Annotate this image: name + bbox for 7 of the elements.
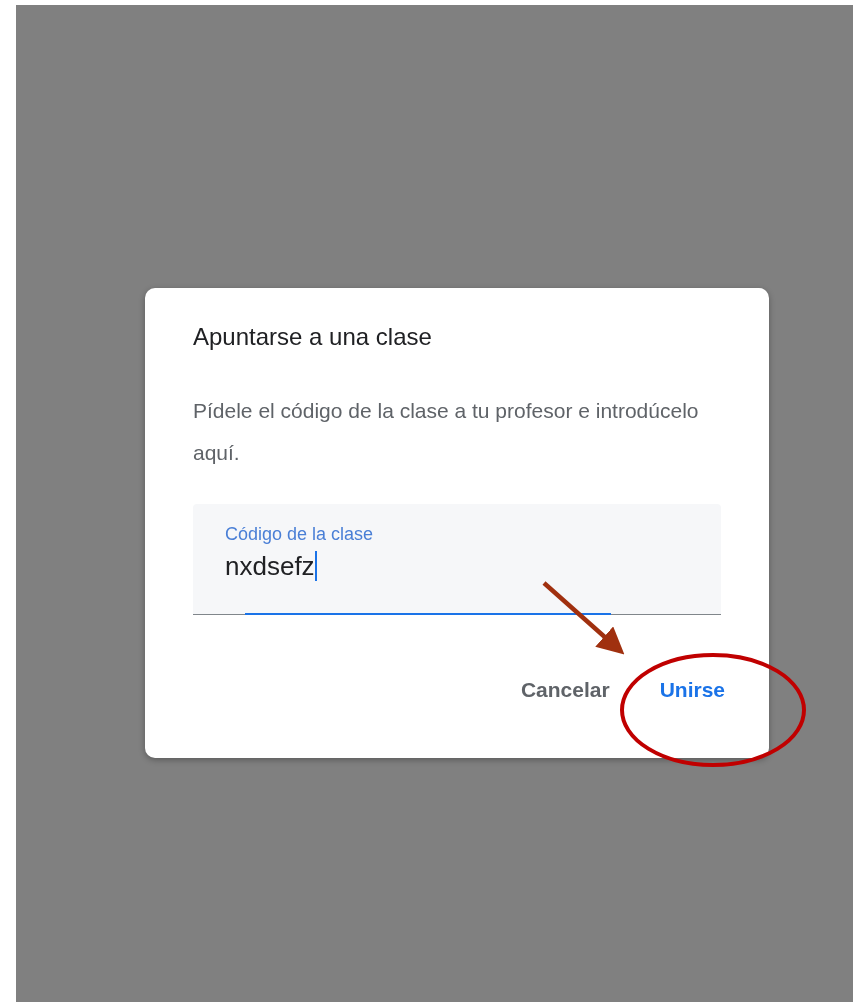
dialog-description: Pídele el código de la clase a tu profesor e introdúcelo aquí. — [193, 398, 700, 466]
cancel-button[interactable]: Cancelar — [504, 670, 626, 710]
field-value: nxdsefz — [225, 550, 317, 583]
dialog-title: Apuntarse a una clase — [193, 322, 432, 352]
field-label: Código de la clase — [225, 524, 374, 545]
join-button[interactable]: Unirse — [643, 670, 741, 710]
class-code-field[interactable]: Código de la clase nxdsefz — [193, 504, 721, 615]
